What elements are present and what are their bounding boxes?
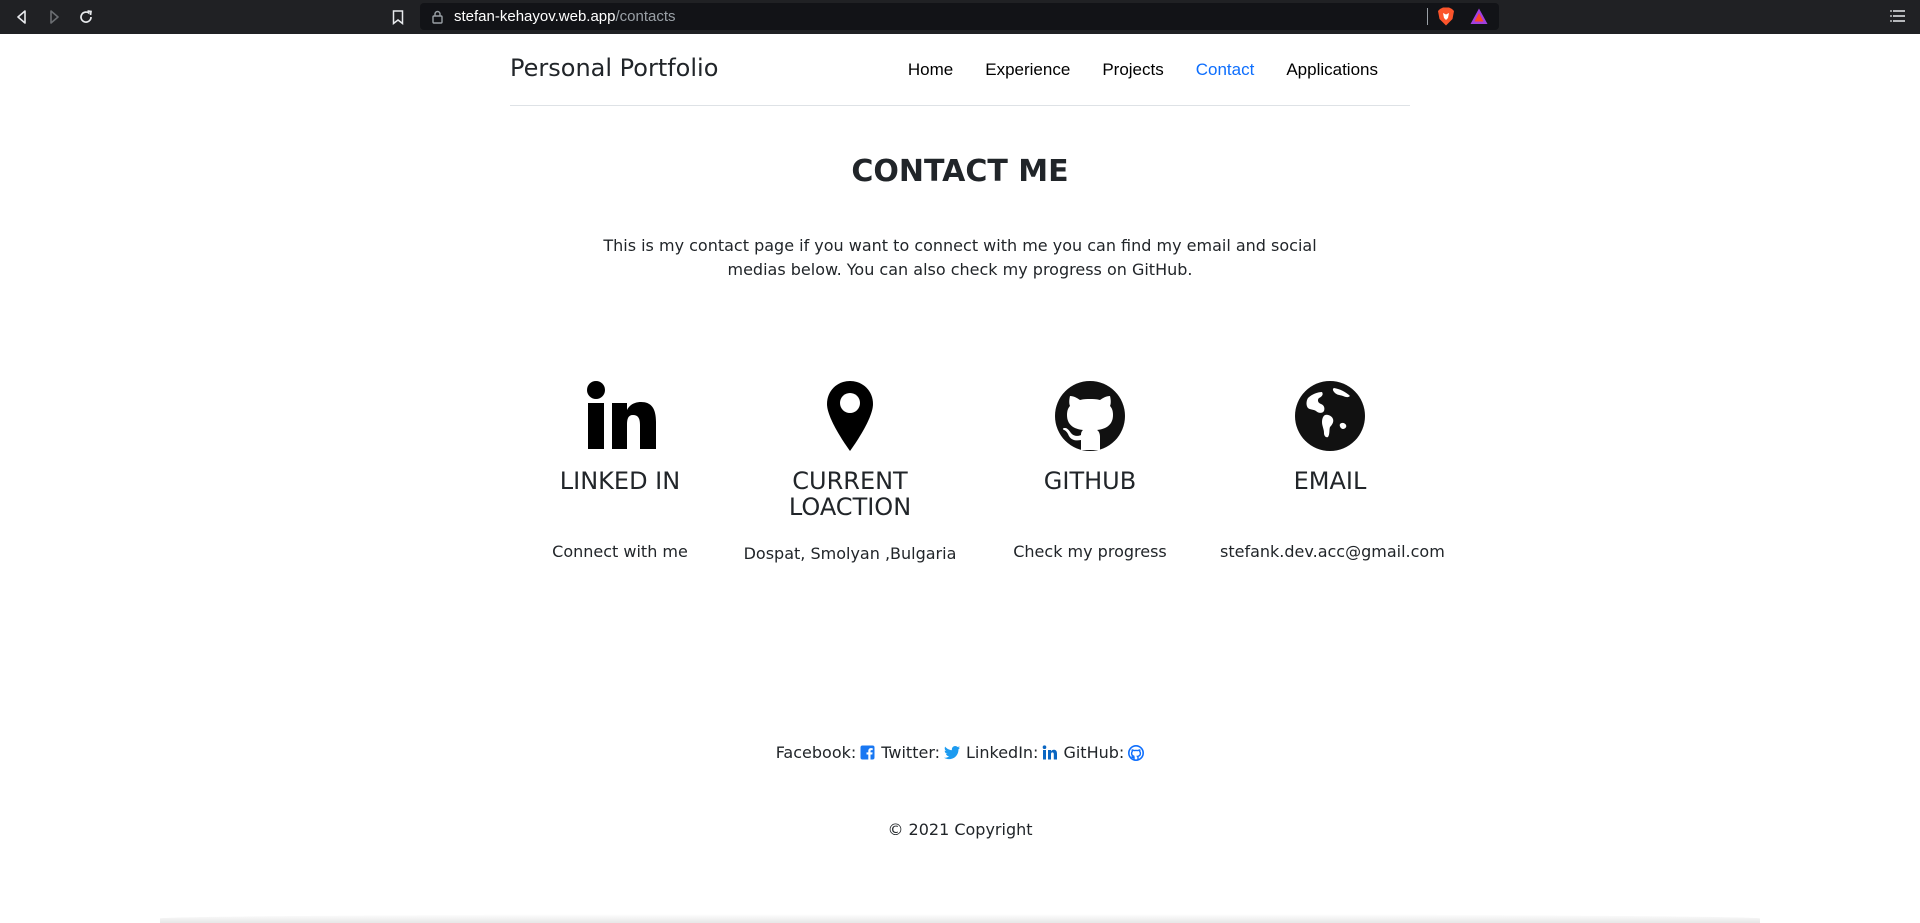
card-subtext[interactable]: stefank.dev.acc@gmail.com xyxy=(1220,542,1445,561)
page-content: Personal Portfolio Home Experience Proje… xyxy=(0,34,1920,923)
reload-icon[interactable] xyxy=(74,5,98,29)
social-facebook: Facebook: xyxy=(776,743,876,762)
social-label: GitHub: xyxy=(1063,743,1125,762)
address-divider xyxy=(1427,8,1428,25)
site-header: Personal Portfolio Home Experience Proje… xyxy=(510,34,1410,106)
social-linkedin: LinkedIn: xyxy=(966,743,1058,762)
address-bar[interactable]: stefan-kehayov.web.app/contacts xyxy=(420,3,1499,30)
map-pin-icon xyxy=(827,381,873,451)
linkedin-icon[interactable] xyxy=(584,380,656,452)
url-host: stefan-kehayov.web.app xyxy=(454,8,616,25)
card-label: LINKED IN xyxy=(559,467,681,495)
card-subtext[interactable]: Connect with me xyxy=(510,542,730,561)
social-github: GitHub: xyxy=(1063,743,1145,762)
nav-home[interactable]: Home xyxy=(892,60,969,80)
card-label: CURRENT LOACTION xyxy=(788,467,912,521)
card-linkedin: LINKED IN Connect with me xyxy=(510,380,730,561)
social-label: Facebook: xyxy=(775,743,857,762)
brand-link[interactable]: Personal Portfolio xyxy=(510,54,718,82)
brave-shield-icon[interactable] xyxy=(1437,7,1455,26)
card-label: GITHUB xyxy=(1043,467,1137,495)
github-icon[interactable] xyxy=(1128,744,1145,761)
copyright-text: © 2021 Copyright xyxy=(887,820,1033,839)
browser-menu-icon[interactable] xyxy=(1890,7,1908,25)
card-label: EMAIL xyxy=(1293,467,1367,495)
nav-experience[interactable]: Experience xyxy=(969,60,1086,80)
intro-text: This is my contact page if you want to c… xyxy=(603,236,1317,279)
nav-contact[interactable]: Contact xyxy=(1180,60,1271,80)
nav-projects[interactable]: Projects xyxy=(1086,60,1179,80)
globe-icon xyxy=(1295,381,1365,451)
rewards-triangle-icon[interactable] xyxy=(1470,8,1488,25)
card-subtext[interactable]: Check my progress xyxy=(980,542,1200,561)
bookmark-icon[interactable] xyxy=(386,5,410,29)
card-github: GITHUB Check my progress xyxy=(980,380,1200,561)
contact-cards: LINKED IN Connect with me CURRENT LOACTI… xyxy=(510,380,1445,610)
main-nav: Home Experience Projects Contact Applica… xyxy=(892,60,1394,80)
forward-icon[interactable] xyxy=(42,5,66,29)
page-title: CONTACT ME xyxy=(851,154,1069,189)
facebook-icon[interactable] xyxy=(860,745,875,760)
page-bottom-shadow xyxy=(160,914,1760,923)
back-icon[interactable] xyxy=(10,5,34,29)
social-label: LinkedIn: xyxy=(966,743,1039,762)
github-icon[interactable] xyxy=(1054,380,1126,452)
card-location: CURRENT LOACTION Dospat, Smolyan ,Bulgar… xyxy=(740,380,960,563)
social-label: Twitter: xyxy=(881,743,940,762)
nav-applications[interactable]: Applications xyxy=(1270,60,1394,80)
url-text: stefan-kehayov.web.app/contacts xyxy=(454,8,676,25)
twitter-icon[interactable] xyxy=(944,745,960,760)
browser-toolbar: stefan-kehayov.web.app/contacts xyxy=(0,0,1920,34)
linkedin-icon[interactable] xyxy=(1042,745,1058,760)
social-links: Facebook: Twitter: LinkedIn: GitHub: xyxy=(0,743,1920,762)
url-path: /contacts xyxy=(615,8,676,25)
lock-icon xyxy=(432,9,443,28)
card-email: EMAIL stefank.dev.acc@gmail.com xyxy=(1220,380,1445,561)
card-subtext: Dospat, Smolyan ,Bulgaria xyxy=(743,544,957,563)
social-twitter: Twitter: xyxy=(881,743,960,762)
